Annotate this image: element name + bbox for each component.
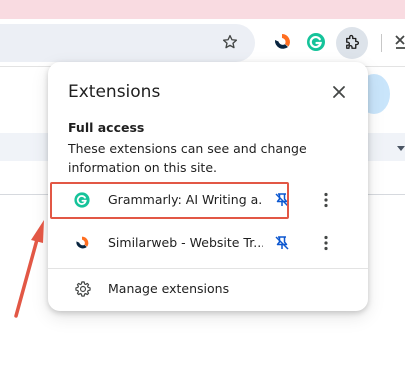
toolbar-divider [381,34,382,52]
pin-icon[interactable] [272,233,292,253]
grammarly-icon[interactable] [303,29,329,55]
more-options-icon[interactable] [316,233,336,253]
similarweb-icon [74,235,90,251]
manage-extensions-label: Manage extensions [108,281,230,296]
gear-icon [74,280,92,298]
bookmark-star-icon[interactable] [219,31,241,53]
puzzle-icon[interactable] [336,27,368,59]
popup-title: Extensions [68,82,161,102]
manage-extensions-button[interactable]: Manage extensions [48,269,368,309]
more-options-icon[interactable] [316,190,336,210]
browser-toolbar [0,19,405,66]
browser-window: Extensions Full access These extensions … [0,0,405,377]
extension-name: Similarweb - Website Tr... [108,235,263,250]
annotation-highlight-box [50,182,289,219]
close-icon[interactable] [328,81,350,103]
extensions-popup: Extensions Full access These extensions … [48,62,368,311]
extension-item-similarweb[interactable]: Similarweb - Website Tr... [48,223,368,263]
tab-strip [0,0,405,19]
section-title: Full access [68,120,145,135]
address-bar[interactable] [0,24,255,62]
profile-icon[interactable] [392,31,405,53]
section-description: These extensions can see and change info… [68,141,307,175]
chevron-down-icon[interactable] [397,146,405,151]
similarweb-icon[interactable] [269,29,295,55]
